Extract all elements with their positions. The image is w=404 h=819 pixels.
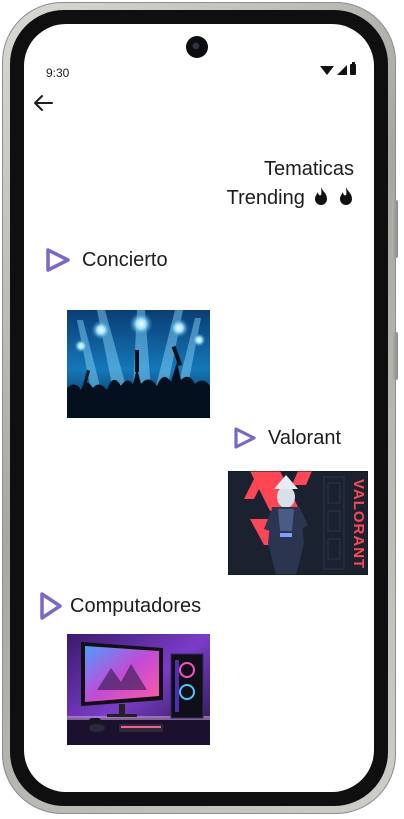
play-icon bbox=[46, 248, 70, 272]
concert-crowd-stage-lights-image[interactable] bbox=[67, 310, 210, 418]
page-title: Tematicas Trending bbox=[227, 155, 354, 213]
status-icons bbox=[320, 62, 356, 75]
title-line-1: Tematicas bbox=[263, 158, 354, 180]
title-line-2: Trending bbox=[227, 184, 354, 213]
topic-computadores[interactable]: Computadores bbox=[38, 591, 201, 621]
svg-text:VALORANT: VALORANT bbox=[350, 479, 367, 569]
app-screen: 9:30 Tematicas Trending Concierto Valora… bbox=[24, 24, 374, 792]
topic-valorant[interactable]: Valorant bbox=[232, 426, 341, 450]
back-button[interactable] bbox=[28, 88, 58, 118]
topic-label: Valorant bbox=[268, 426, 342, 449]
title-trending-text: Trending bbox=[226, 187, 305, 209]
topic-concierto[interactable]: Concierto bbox=[44, 247, 168, 273]
valorant-agent-poster-image[interactable]: VALORANT bbox=[228, 471, 368, 575]
phone-bezel: 9:30 Tematicas Trending Concierto Valora… bbox=[10, 10, 388, 806]
power-button bbox=[392, 332, 398, 380]
fire-icon bbox=[340, 187, 352, 205]
play-icon bbox=[234, 427, 256, 449]
topic-label: Computadores bbox=[70, 594, 202, 617]
play-icon bbox=[40, 592, 62, 620]
status-time: 9:30 bbox=[46, 66, 70, 80]
fire-icon bbox=[315, 187, 328, 205]
signal-icon bbox=[337, 65, 347, 75]
topic-label: Concierto bbox=[82, 248, 168, 271]
gaming-pc-desk-setup-image[interactable] bbox=[67, 634, 210, 745]
phone-frame: 9:30 Tematicas Trending Concierto Valora… bbox=[2, 2, 398, 814]
battery-icon bbox=[350, 62, 356, 75]
front-camera bbox=[186, 36, 208, 58]
wifi-icon bbox=[320, 66, 334, 75]
arrow-left-icon bbox=[34, 95, 53, 111]
volume-button bbox=[392, 200, 398, 258]
